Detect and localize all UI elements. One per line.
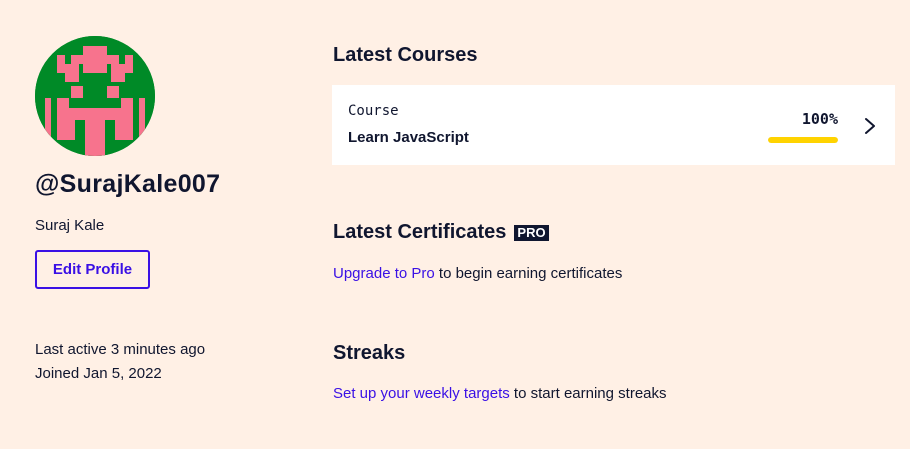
latest-certificates-title: Latest Certificates — [333, 221, 507, 243]
certificates-message: Upgrade to Pro to begin earning certific… — [333, 265, 622, 282]
course-type-label: Course — [348, 103, 399, 119]
username: @SurajKale007 — [35, 170, 221, 198]
course-progress-fill — [768, 137, 838, 143]
last-active-text: Last active 3 minutes ago — [35, 341, 206, 358]
upgrade-to-pro-link[interactable]: Upgrade to Pro — [333, 265, 435, 282]
full-name: Suraj Kale — [35, 217, 105, 234]
avatar — [35, 36, 155, 156]
course-name: Learn JavaScript — [348, 129, 469, 146]
course-progress-percent: 100% — [801, 110, 838, 128]
latest-courses-heading: Latest Courses — [333, 44, 478, 66]
course-card[interactable]: Course Learn JavaScript 100% — [332, 85, 895, 165]
edit-profile-button[interactable]: Edit Profile — [35, 250, 150, 289]
avatar-pattern-icon — [35, 36, 155, 156]
streaks-message-suffix: to start earning streaks — [509, 385, 667, 402]
weekly-targets-link[interactable]: Set up your weekly targets — [333, 385, 510, 402]
chevron-right-icon[interactable] — [862, 115, 878, 137]
streaks-heading: Streaks — [333, 342, 406, 364]
pro-badge: PRO — [514, 224, 549, 241]
course-progress-bar — [768, 137, 838, 143]
certificates-message-suffix: to begin earning certificates — [434, 265, 623, 282]
latest-certificates-heading: Latest Certificates PRO — [333, 221, 549, 244]
streaks-message: Set up your weekly targets to start earn… — [333, 385, 667, 402]
joined-date-text: Joined Jan 5, 2022 — [35, 365, 162, 382]
